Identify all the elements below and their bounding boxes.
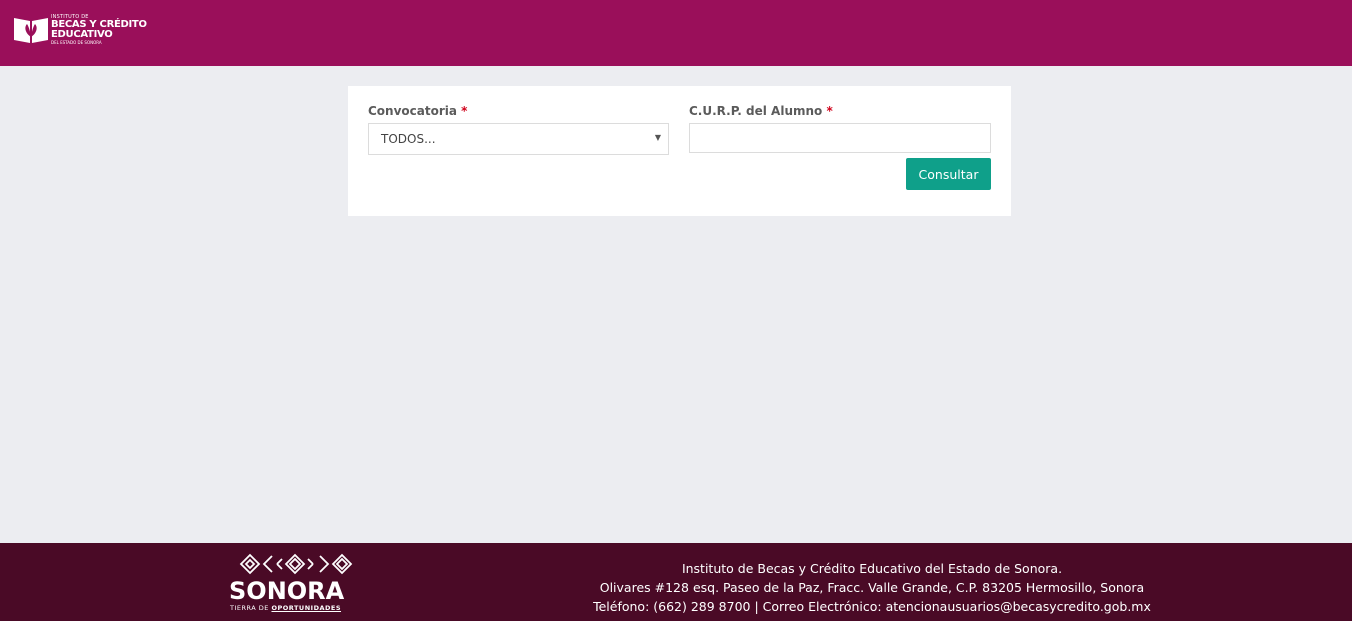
curp-input[interactable] — [689, 123, 991, 153]
sonora-wordmark: SONORA — [229, 577, 345, 605]
search-form-card: Convocatoria * TODOS... ▼ C.U.R.P. del A… — [348, 86, 1011, 216]
caret-down-icon: ▼ — [654, 133, 661, 142]
footer-address: Olivares #128 esq. Paseo de la Paz, Frac… — [599, 580, 1145, 595]
sonora-logo: SONORA TIERRA DE OPORTUNIDADES — [229, 551, 359, 616]
convocatoria-selected-value: TODOS... — [381, 132, 436, 146]
required-mark: * — [826, 104, 833, 118]
convocatoria-select[interactable]: TODOS... ▼ — [368, 123, 669, 155]
convocatoria-label: Convocatoria * — [368, 104, 467, 118]
footer-bar: SONORA TIERRA DE OPORTUNIDADES Instituto… — [0, 543, 1352, 621]
consultar-button[interactable]: Consultar — [906, 158, 991, 190]
book-leaf-logo-icon — [14, 18, 48, 43]
sonora-ornament-icon — [239, 553, 353, 575]
header-bar: INSTITUTO DE BECAS Y CRÉDITO EDUCATIVO D… — [0, 0, 1352, 66]
sonora-tagline: TIERRA DE OPORTUNIDADES — [230, 604, 341, 612]
tagline-bold: OPORTUNIDADES — [271, 604, 342, 612]
institute-logo[interactable]: INSTITUTO DE BECAS Y CRÉDITO EDUCATIVO D… — [13, 15, 147, 45]
logo-line4: DEL ESTADO DE SONORA — [51, 40, 102, 45]
footer-contact: Instituto de Becas y Crédito Educativo d… — [560, 559, 1184, 616]
curp-label-text: C.U.R.P. del Alumno — [689, 104, 823, 118]
tagline-prefix: TIERRA DE — [230, 604, 269, 612]
footer-institution: Instituto de Becas y Crédito Educativo d… — [681, 561, 1063, 576]
footer-phone-email: Teléfono: (662) 289 8700 | Correo Electr… — [593, 599, 1151, 614]
required-mark: * — [461, 104, 468, 118]
convocatoria-label-text: Convocatoria — [368, 104, 457, 118]
curp-label: C.U.R.P. del Alumno * — [689, 104, 833, 118]
logo-line3: EDUCATIVO — [51, 29, 113, 40]
logo-wordmark: INSTITUTO DE BECAS Y CRÉDITO EDUCATIVO D… — [51, 15, 147, 45]
